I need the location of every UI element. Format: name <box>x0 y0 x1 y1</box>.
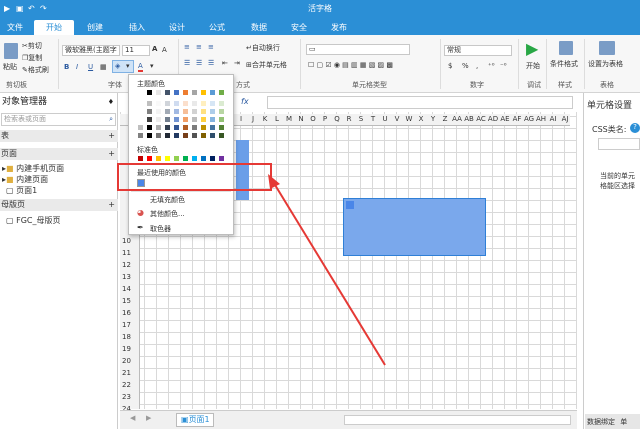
panel-title: 单元格设置 <box>587 101 633 111</box>
standard-colors-label: 标准色 <box>137 146 158 154</box>
theme-swatch[interactable] <box>164 89 171 96</box>
theme-swatch[interactable] <box>173 116 180 123</box>
theme-swatch[interactable] <box>191 132 198 139</box>
theme-swatch[interactable] <box>173 89 180 96</box>
theme-swatch[interactable] <box>155 108 162 115</box>
theme-swatch[interactable] <box>218 116 225 123</box>
theme-swatch[interactable] <box>146 132 153 139</box>
standard-swatch[interactable] <box>146 155 153 162</box>
standard-swatch[interactable] <box>155 155 162 162</box>
standard-swatch[interactable] <box>209 155 216 162</box>
theme-swatch[interactable] <box>182 124 189 131</box>
standard-swatch[interactable] <box>173 155 180 162</box>
theme-swatch[interactable] <box>173 132 180 139</box>
prev-icon[interactable]: ◀ <box>130 414 135 422</box>
more-colors-option[interactable]: 其他颜色... <box>150 209 185 219</box>
theme-swatch[interactable] <box>200 116 207 123</box>
theme-swatch[interactable] <box>155 132 162 139</box>
theme-swatch[interactable] <box>137 132 144 139</box>
theme-swatch[interactable] <box>218 89 225 96</box>
theme-swatch[interactable] <box>137 116 144 123</box>
theme-colors-label: 主题颜色 <box>137 80 165 88</box>
eyedropper-option[interactable]: 取色器 <box>150 224 171 234</box>
theme-swatch[interactable] <box>200 124 207 131</box>
standard-swatch[interactable] <box>191 155 198 162</box>
theme-swatch[interactable] <box>209 132 216 139</box>
theme-swatch[interactable] <box>164 116 171 123</box>
fill-color-popup: 主题颜色 标准色 最近使用的颜色 无填充颜色 ◕ 其他颜色... ✒ 取色器 <box>128 74 234 235</box>
theme-swatch[interactable] <box>218 100 225 107</box>
theme-swatch[interactable] <box>155 124 162 131</box>
theme-swatch[interactable] <box>155 100 162 107</box>
data-binding-tab[interactable]: 数据绑定 <box>587 418 615 426</box>
sheet-tab[interactable]: ▣页面1 <box>176 413 214 427</box>
theme-swatch[interactable] <box>191 116 198 123</box>
theme-swatch[interactable] <box>200 108 207 115</box>
theme-swatch[interactable] <box>164 124 171 131</box>
arrow-line <box>271 179 386 366</box>
theme-swatch[interactable] <box>218 108 225 115</box>
sheet-tab-bar: ◀ ▶ ▣页面1 <box>120 410 577 429</box>
theme-swatch[interactable] <box>173 100 180 107</box>
bottom-panel-tabs: 数据绑定 单 <box>585 414 640 429</box>
next-icon[interactable]: ▶ <box>146 414 151 422</box>
theme-swatch[interactable] <box>218 132 225 139</box>
css-class-label: CSS类名: <box>592 125 627 134</box>
theme-swatch[interactable] <box>146 116 153 123</box>
theme-swatch[interactable] <box>200 100 207 107</box>
theme-swatch[interactable] <box>146 124 153 131</box>
theme-swatch[interactable] <box>209 108 216 115</box>
theme-swatch[interactable] <box>155 89 162 96</box>
theme-swatch-grid[interactable] <box>137 89 233 139</box>
palette-icon: ◕ <box>137 208 144 217</box>
theme-swatch[interactable] <box>200 132 207 139</box>
theme-swatch[interactable] <box>182 132 189 139</box>
theme-swatch[interactable] <box>164 100 171 107</box>
cell-settings-panel: 单元格设置 CSS类名: ? 当前的单元格能区选择 <box>583 93 640 429</box>
theme-swatch[interactable] <box>146 89 153 96</box>
horizontal-scrollbar[interactable] <box>344 415 571 425</box>
theme-swatch[interactable] <box>137 100 144 107</box>
css-class-input[interactable] <box>598 138 640 150</box>
theme-swatch[interactable] <box>191 108 198 115</box>
theme-swatch[interactable] <box>209 124 216 131</box>
theme-swatch[interactable] <box>209 89 216 96</box>
theme-swatch[interactable] <box>146 108 153 115</box>
theme-swatch[interactable] <box>137 124 144 131</box>
theme-swatch[interactable] <box>191 124 198 131</box>
standard-swatch[interactable] <box>200 155 207 162</box>
theme-swatch[interactable] <box>209 116 216 123</box>
theme-swatch[interactable] <box>173 108 180 115</box>
theme-swatch[interactable] <box>182 116 189 123</box>
standard-swatch[interactable] <box>137 155 144 162</box>
theme-swatch[interactable] <box>137 89 144 96</box>
theme-swatch[interactable] <box>146 100 153 107</box>
help-icon[interactable]: ? <box>630 123 640 133</box>
eyedropper-icon: ✒ <box>137 223 144 232</box>
theme-swatch[interactable] <box>155 116 162 123</box>
theme-swatch[interactable] <box>191 100 198 107</box>
highlight-box <box>117 163 272 191</box>
theme-swatch[interactable] <box>209 100 216 107</box>
theme-swatch[interactable] <box>182 100 189 107</box>
page-icon: ▣ <box>181 415 189 424</box>
theme-swatch[interactable] <box>218 124 225 131</box>
standard-swatch-row[interactable] <box>137 155 233 163</box>
hint-text: 当前的单元格能区选择 <box>600 172 635 190</box>
theme-swatch[interactable] <box>182 108 189 115</box>
tab-truncated[interactable]: 单 <box>620 418 627 426</box>
theme-swatch[interactable] <box>182 89 189 96</box>
theme-swatch[interactable] <box>164 132 171 139</box>
theme-swatch[interactable] <box>191 89 198 96</box>
no-fill-option[interactable]: 无填充颜色 <box>150 195 185 205</box>
theme-swatch[interactable] <box>200 89 207 96</box>
standard-swatch[interactable] <box>164 155 171 162</box>
theme-swatch[interactable] <box>173 124 180 131</box>
divider <box>131 191 231 192</box>
annotation-arrow <box>268 174 386 366</box>
theme-swatch[interactable] <box>164 108 171 115</box>
standard-swatch[interactable] <box>182 155 189 162</box>
standard-swatch[interactable] <box>218 155 225 162</box>
theme-swatch[interactable] <box>137 108 144 115</box>
